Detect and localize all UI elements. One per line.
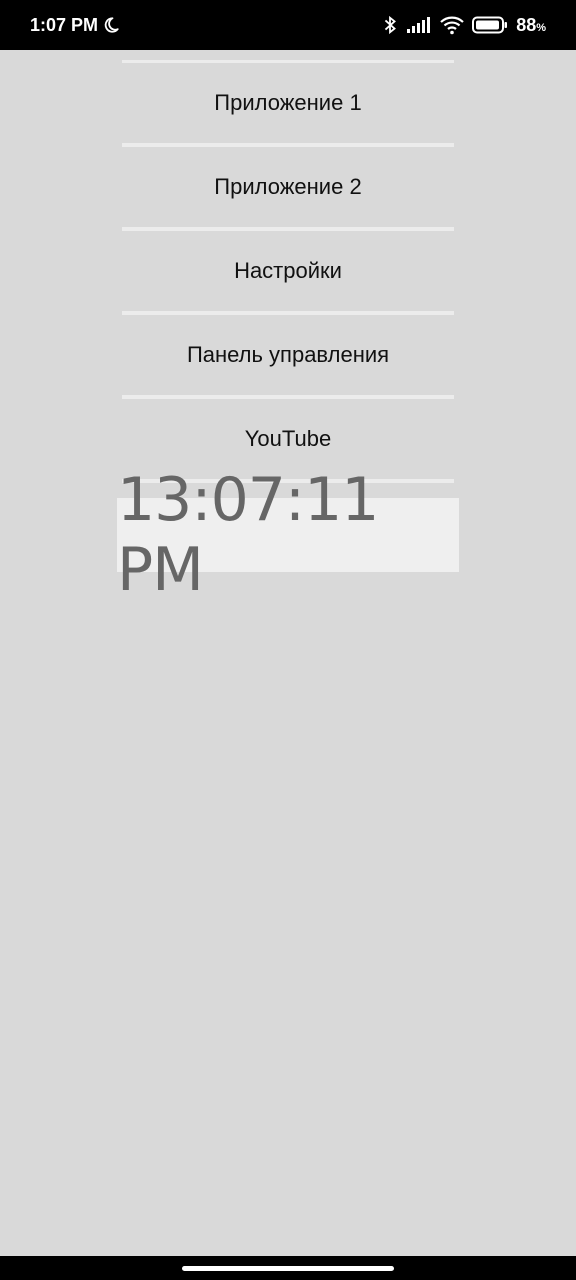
menu-item-app-2[interactable]: Приложение 2 bbox=[122, 147, 454, 227]
status-time: 1:07 PM bbox=[30, 14, 99, 35]
battery-percent-value: 88 bbox=[516, 14, 537, 35]
battery-icon bbox=[472, 16, 508, 34]
clock-display: 13:07:11 PM bbox=[117, 465, 459, 605]
app-menu: Приложение 1 Приложение 2 Настройки Пане… bbox=[122, 60, 454, 483]
status-right: 88 % bbox=[382, 15, 546, 36]
menu-item-settings[interactable]: Настройки bbox=[122, 231, 454, 311]
signal-icon bbox=[406, 16, 432, 34]
battery-percent-sign: % bbox=[536, 21, 546, 34]
battery-percent: 88 % bbox=[516, 15, 546, 36]
menu-item-control-panel[interactable]: Панель управления bbox=[122, 315, 454, 395]
wifi-icon bbox=[440, 15, 464, 35]
main-content: Приложение 1 Приложение 2 Настройки Пане… bbox=[0, 50, 576, 1256]
moon-icon bbox=[102, 16, 120, 34]
menu-item-app-1[interactable]: Приложение 1 bbox=[122, 63, 454, 143]
navigation-bar bbox=[0, 1256, 576, 1280]
status-bar: 1:07 PM 88 % bbox=[0, 0, 576, 50]
status-left: 1:07 PM bbox=[30, 15, 120, 36]
bluetooth-icon bbox=[382, 15, 398, 35]
home-indicator[interactable] bbox=[182, 1265, 394, 1271]
